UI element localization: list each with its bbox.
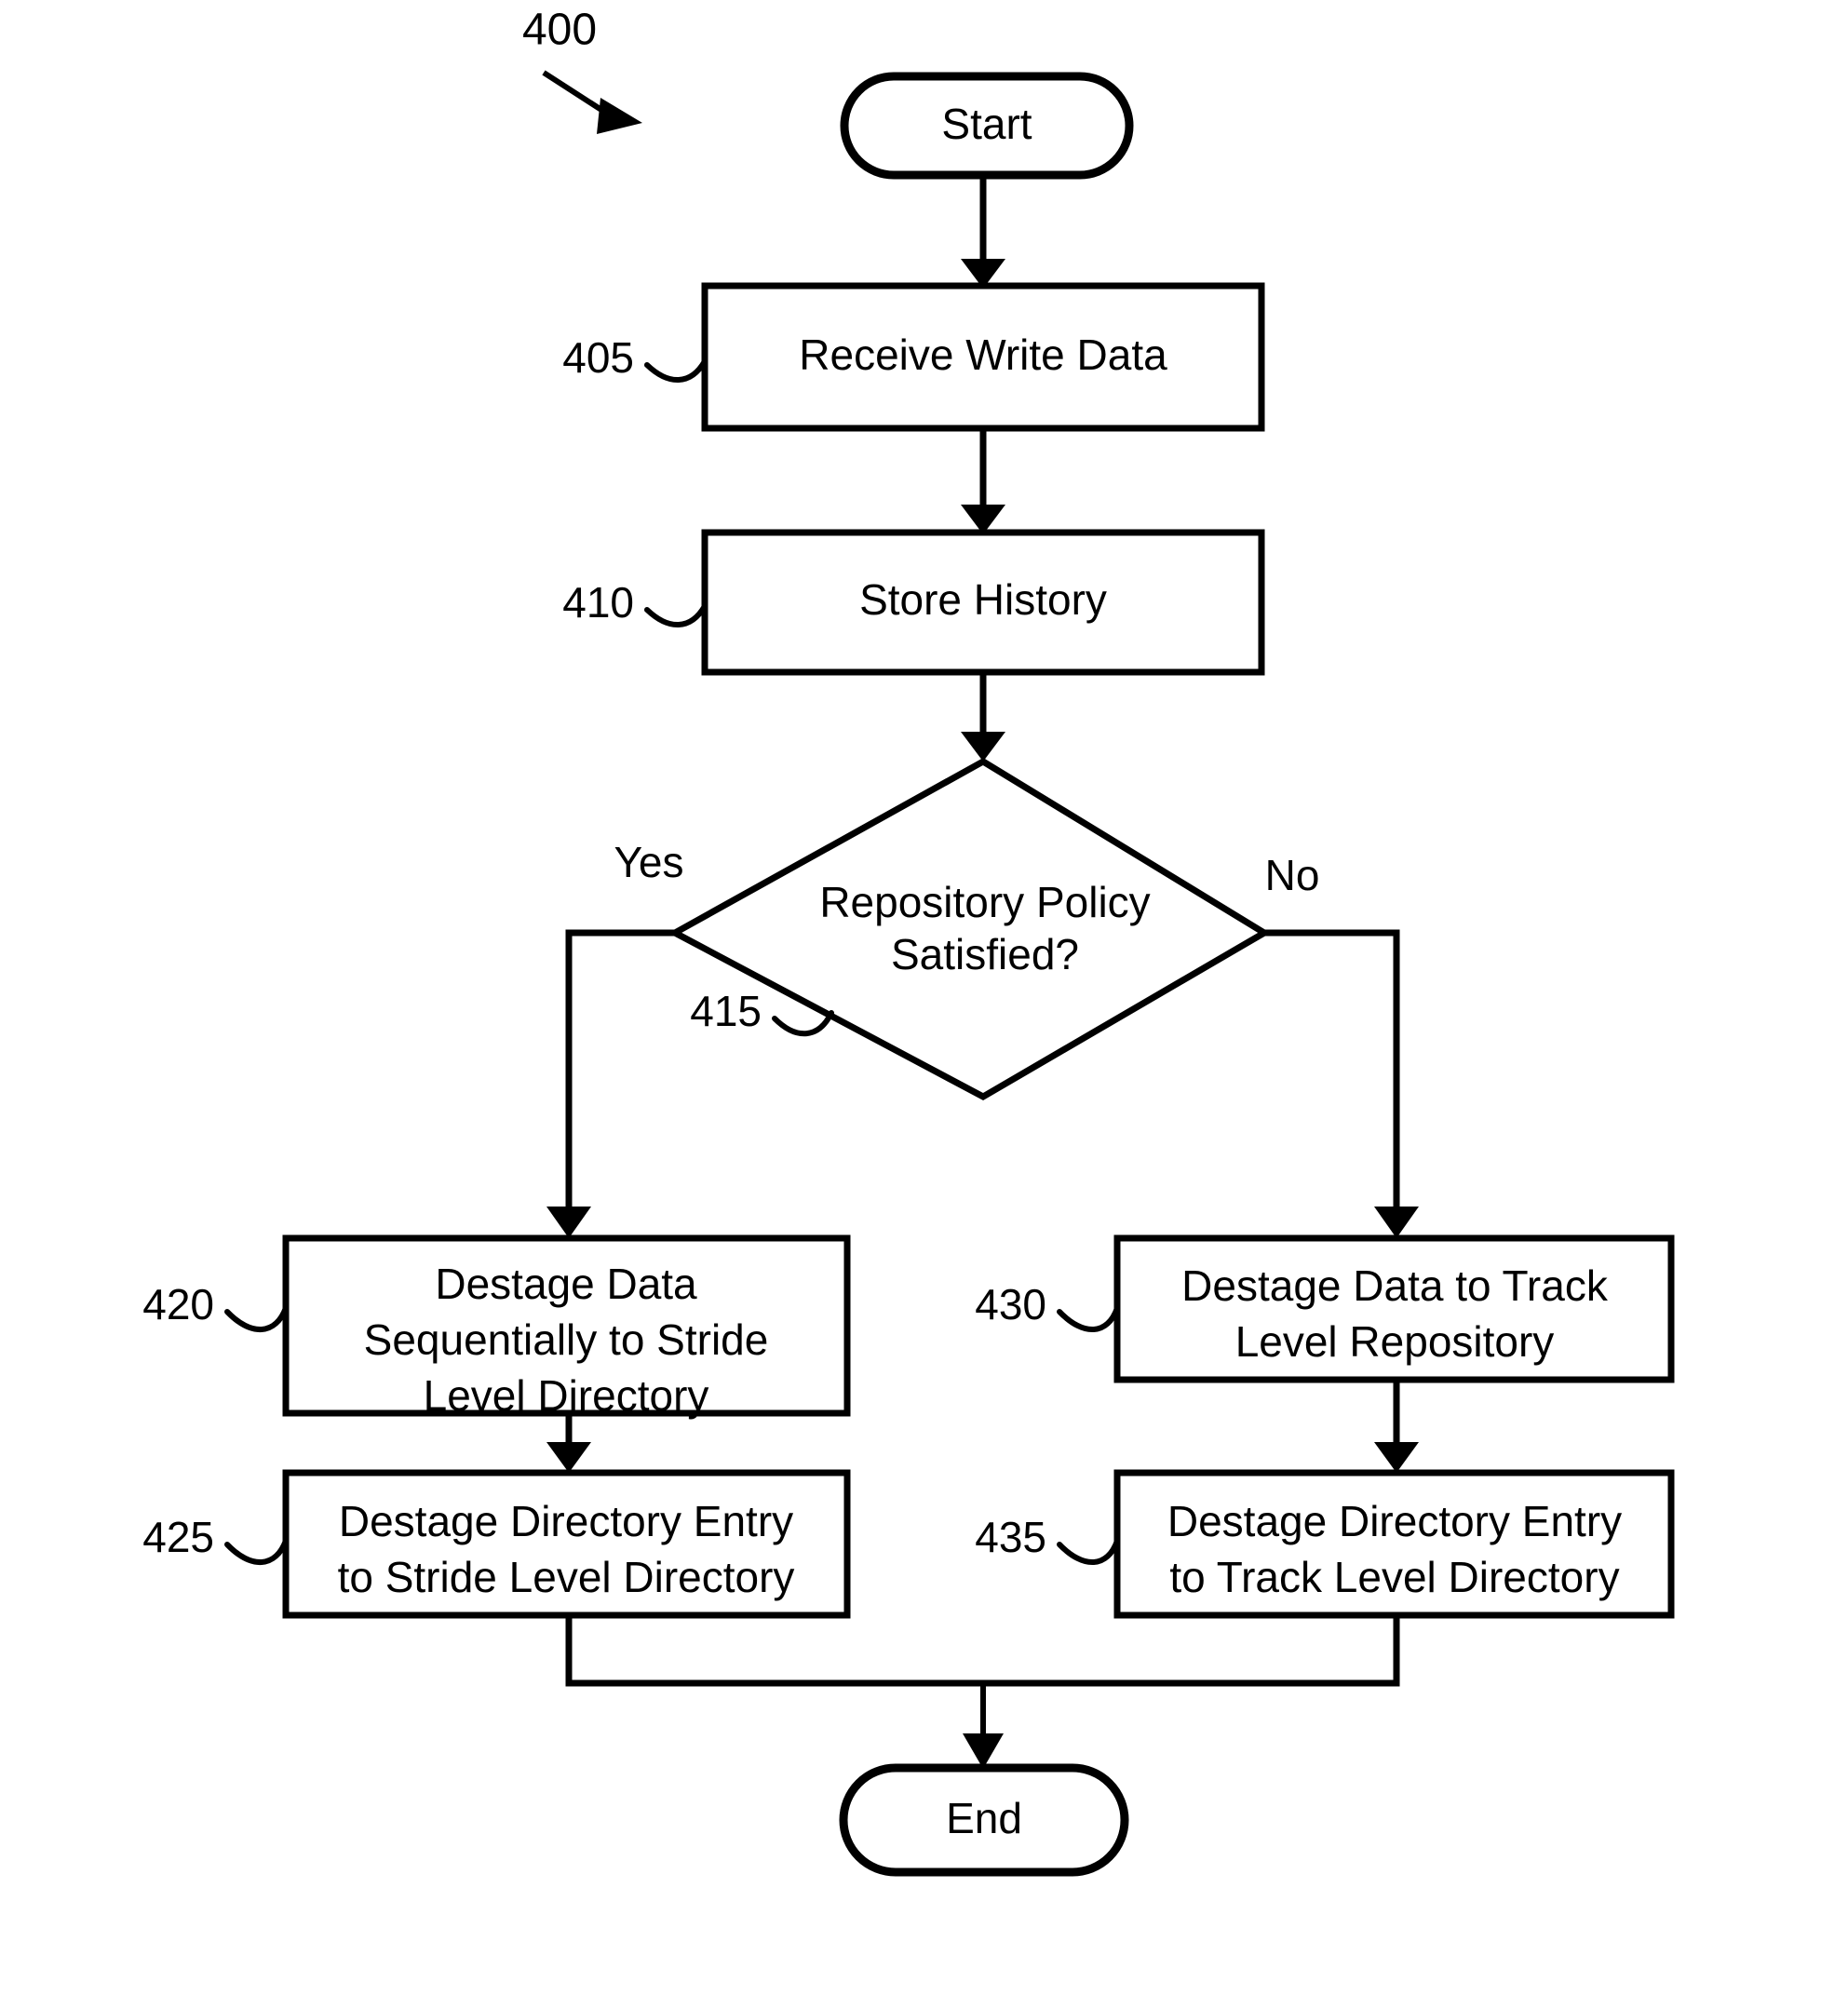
ref-425-number: 425 — [142, 1513, 214, 1561]
ref-callout-405: 405 — [562, 333, 708, 383]
ref-420-leader-line — [224, 1305, 289, 1332]
edge-yes-branch-arrowhead — [546, 1207, 591, 1238]
edge-merge-to-end — [565, 1615, 1400, 1769]
ref-callout-410: 410 — [562, 578, 708, 627]
edge-merge-horizontal — [565, 1615, 1400, 1687]
node-420[interactable]: Destage Data Sequentially to Stride Leve… — [282, 1234, 851, 1420]
edge-430-to-435-arrowhead — [1374, 1442, 1419, 1473]
edge-start-to-405 — [961, 175, 1005, 289]
step-435-label-line2: to Track Level Directory — [1169, 1553, 1619, 1601]
step-420-label-line1: Destage Data — [435, 1260, 697, 1308]
ref-425-leader-line — [224, 1538, 289, 1565]
step-425-label-line1: Destage Directory Entry — [339, 1497, 793, 1545]
ref-420-number: 420 — [142, 1280, 214, 1328]
node-start[interactable]: Start — [840, 72, 1134, 180]
node-425[interactable]: Destage Directory Entry to Stride Level … — [282, 1469, 851, 1619]
branch-label-no: No — [1265, 851, 1320, 899]
ref-405-number: 405 — [562, 333, 634, 382]
figure-number-group: 400 — [522, 6, 642, 134]
branch-label-yes: Yes — [614, 838, 683, 886]
edge-yes-branch-line — [565, 929, 675, 1210]
edge-410-to-415-arrowhead — [961, 732, 1005, 762]
step-430-label-line2: Level Repository — [1235, 1317, 1555, 1366]
edge-405-to-410 — [961, 428, 1005, 534]
step-430-label-line1: Destage Data to Track — [1181, 1261, 1609, 1310]
ref-430-leader-line — [1057, 1305, 1120, 1332]
ref-callout-430: 430 — [975, 1280, 1120, 1332]
node-end[interactable]: End — [839, 1763, 1129, 1877]
edge-no-branch-line — [1264, 929, 1400, 1210]
node-410[interactable]: Store History — [701, 529, 1265, 676]
ref-435-number: 435 — [975, 1513, 1046, 1561]
ref-410-leader-line — [644, 603, 708, 627]
edge-420-to-425-arrowhead — [546, 1442, 591, 1473]
flowchart-400: 400 Start Receive Write Data 405 Store H… — [142, 6, 1675, 1877]
start-label: Start — [941, 100, 1032, 148]
ref-415-leader-line — [772, 1010, 834, 1037]
edge-no-branch-arrowhead — [1374, 1207, 1419, 1238]
edge-420-to-425 — [546, 1413, 591, 1473]
decision-415-label-line2: Satisfied? — [891, 930, 1079, 978]
decision-415-label-line1: Repository Policy — [819, 878, 1150, 926]
figure-number-label: 400 — [522, 6, 597, 55]
edge-yes-branch: Yes — [546, 838, 684, 1238]
figure-pointer-arrowhead — [597, 98, 642, 134]
ref-callout-435: 435 — [975, 1513, 1120, 1565]
edge-410-to-415 — [961, 672, 1005, 762]
step-425-label-line2: to Stride Level Directory — [338, 1553, 795, 1601]
ref-405-leader-line — [644, 358, 708, 383]
edge-430-to-435 — [1374, 1380, 1419, 1473]
edge-no-branch: No — [1264, 851, 1419, 1238]
step-420-label-line2: Sequentially to Stride — [364, 1315, 769, 1364]
ref-415-number: 415 — [690, 987, 762, 1035]
step-410-label: Store History — [859, 575, 1107, 624]
decision-415-shape[interactable] — [668, 757, 1271, 1101]
ref-callout-420: 420 — [142, 1280, 289, 1332]
step-435-label-line1: Destage Directory Entry — [1167, 1497, 1622, 1545]
ref-callout-425: 425 — [142, 1513, 289, 1565]
ref-435-leader-line — [1057, 1538, 1120, 1565]
ref-410-number: 410 — [562, 578, 634, 627]
step-405-label: Receive Write Data — [799, 330, 1167, 379]
end-label: End — [946, 1794, 1022, 1842]
node-415-decision[interactable]: Repository Policy Satisfied? — [668, 757, 1271, 1101]
ref-430-number: 430 — [975, 1280, 1046, 1328]
node-430[interactable]: Destage Data to Track Level Repository — [1113, 1234, 1675, 1383]
node-405[interactable]: Receive Write Data — [701, 282, 1265, 432]
step-420-label-line3: Level Directory — [424, 1371, 709, 1420]
node-435[interactable]: Destage Directory Entry to Track Level D… — [1113, 1469, 1675, 1619]
flowchart-canvas: 400 Start Receive Write Data 405 Store H… — [0, 0, 1848, 2009]
edge-merge-arrowhead — [963, 1733, 1004, 1769]
